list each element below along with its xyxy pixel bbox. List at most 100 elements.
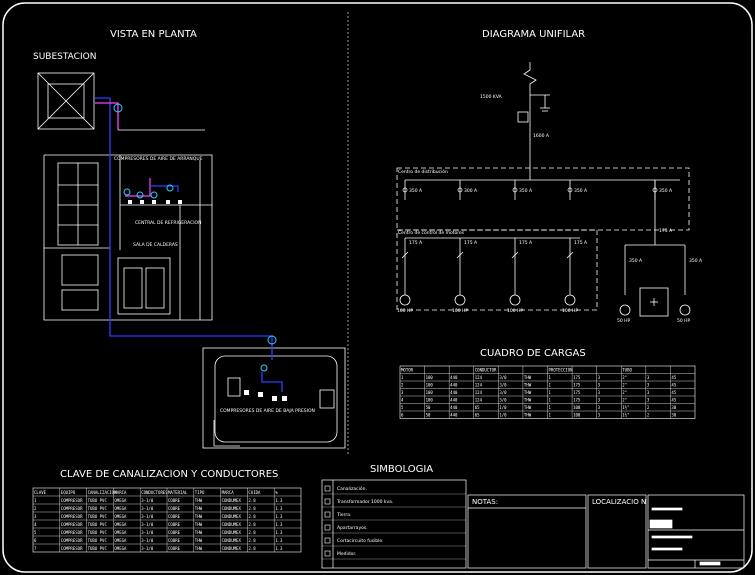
dist-breaker-label: 300 A: [464, 188, 478, 194]
conduit-table-cell: COMPRESOR: [61, 522, 83, 527]
load-table-cell: 175: [573, 398, 581, 403]
conduit-table-cell: 2.8: [248, 546, 256, 551]
conduit-table-cell: COBRE: [168, 546, 181, 551]
load-table-cell: 45: [671, 375, 676, 380]
conduit-table-header: MARCA: [222, 490, 235, 495]
load-table-cell: 5: [401, 405, 404, 410]
conduit-table-cell: TUBO PVC: [88, 530, 108, 535]
conduit-table-cell: COMPRESOR: [61, 538, 83, 543]
conduit-table-cell: THW: [195, 530, 203, 535]
load-table-cell: 30: [671, 405, 676, 410]
conduit-table-cell: COBRE: [168, 538, 181, 543]
conduit-table-cell: THW: [195, 506, 203, 511]
load-table: MOTOR CONDUCTOR PROTECCION TUBO1 100 440 124 3/…: [399, 365, 696, 419]
conduit-table-cell: TUBO PVC: [88, 546, 108, 551]
load-table-cell: 1/0: [499, 405, 507, 410]
cad-drawing-canvas: VISTA EN PLANTA SUBESTACION DIAGRAMA UNI…: [2, 2, 753, 573]
load-table-cell: 2": [622, 398, 627, 403]
load-table-cell: THW: [524, 375, 532, 380]
load-table-cell: 2": [622, 390, 627, 395]
conduit-table-cell: TUBO PVC: [88, 522, 108, 527]
conduit-table-cell: 1.3: [275, 506, 283, 511]
conduit-key-title: CLAVE DE CANALIZACION Y CONDUCTORES: [60, 469, 278, 480]
conduit-table-cell: OMEGA: [114, 506, 127, 511]
conduit-table-cell: TUBO PVC: [88, 506, 108, 511]
dist-breaker-label: 350 A: [409, 188, 423, 194]
load-table-cell: 440: [450, 383, 458, 388]
right-breaker-label: 175 A: [659, 228, 673, 234]
load-table-cell: 50: [426, 413, 431, 418]
symbol-label: Canalización.: [337, 485, 367, 492]
load-table-cell: 2: [647, 413, 650, 418]
single-line-title: DIAGRAMA UNIFILAR: [482, 29, 585, 40]
dist-breaker-label: 350 A: [659, 188, 673, 194]
dist-center-label: Centro de distribución: [398, 168, 448, 175]
motor-symbol: [619, 304, 631, 316]
load-table-cell: 1: [549, 405, 552, 410]
load-table-cell: 3: [598, 375, 601, 380]
right-sub-label: 350 A: [629, 258, 643, 264]
conduit-table-cell: THW: [195, 546, 203, 551]
right-sub-label: 350 A: [689, 258, 703, 264]
substation-label: SUBESTACION: [33, 52, 96, 62]
load-table-cell: 2: [647, 405, 650, 410]
conduit-table-cell: OMEGA: [114, 546, 127, 551]
load-table-cell: 124: [475, 375, 483, 380]
load-table-cell: 440: [450, 413, 458, 418]
load-table-cell: 3: [598, 390, 601, 395]
conduit-table-cell: 1: [34, 498, 37, 503]
motor-symbol: [454, 294, 466, 306]
load-table-cell: 3: [598, 383, 601, 388]
load-table-cell: 100: [426, 390, 434, 395]
load-table-cell: 175: [573, 383, 581, 388]
conduit-table-cell: OMEGA: [114, 530, 127, 535]
motor-rating: 50 HP: [677, 318, 691, 324]
conduit-table-cell: 3: [34, 514, 37, 519]
conduit-table-cell: 2.8: [248, 530, 256, 535]
conduit-table-header: TIPO: [195, 490, 205, 495]
load-table-cell: 3: [401, 390, 404, 395]
conduit-table-cell: 3-1/0: [141, 506, 154, 511]
conduit-table-cell: 1.3: [275, 530, 283, 535]
plan-view: [37, 72, 346, 449]
load-table-cell: 45: [671, 383, 676, 388]
motor-rating: 100 HP: [507, 308, 523, 314]
conduit-table-cell: 2.8: [248, 498, 256, 503]
load-table-cell: 45: [671, 398, 676, 403]
load-table-cell: 175: [573, 390, 581, 395]
conduit-table-cell: THW: [195, 522, 203, 527]
conduit-key-table: CLAVE EQUIPO CANALIZACIONMARCA CONDUCTORES M…: [32, 487, 302, 553]
load-table-cell: 3/0: [499, 375, 507, 380]
notes-label: NOTAS:: [472, 498, 498, 506]
conduit-table-cell: 2: [34, 506, 37, 511]
conduit-table-cell: COBRE: [168, 530, 181, 535]
conduit-table-header: MARCA: [114, 490, 127, 495]
conduit-table-cell: CONDUMEX: [222, 538, 242, 543]
load-table-cell: 100: [426, 375, 434, 380]
load-table-cell: 4: [401, 398, 404, 403]
load-table-cell: 1: [549, 390, 552, 395]
conduit-table-cell: THW: [195, 498, 203, 503]
load-table-cell: THW: [524, 413, 532, 418]
motor-breaker-label: 175 A: [409, 240, 423, 246]
symbols-title: SIMBOLOGIA: [370, 464, 433, 475]
conduit-table-header: CAIDA: [248, 490, 261, 495]
conduit-table-cell: CONDUMEX: [222, 506, 242, 511]
symbol-glyph: [324, 485, 331, 492]
conduit-table-cell: 3-1/0: [141, 538, 154, 543]
load-table-header: PROTECCION: [549, 368, 574, 373]
load-table-cell: 3: [598, 398, 601, 403]
location-label: LOCALIZACIO N: [592, 498, 646, 506]
motor-symbol: [509, 294, 521, 306]
conduit-table-cell: COMPRESOR: [61, 514, 83, 519]
conduit-table-cell: TUBO PVC: [88, 514, 108, 519]
load-table-cell: THW: [524, 390, 532, 395]
conduit-table-cell: 2.8: [248, 538, 256, 543]
load-table-cell: 1½": [622, 405, 629, 410]
load-table-cell: 100: [426, 398, 434, 403]
load-table-cell: 3: [647, 375, 650, 380]
motor-rating: 50 HP: [617, 318, 631, 324]
motor-rating: 100 HP: [562, 308, 578, 314]
load-table-cell: 124: [475, 390, 483, 395]
motor-center-label: Centro de control de motores: [398, 230, 465, 236]
